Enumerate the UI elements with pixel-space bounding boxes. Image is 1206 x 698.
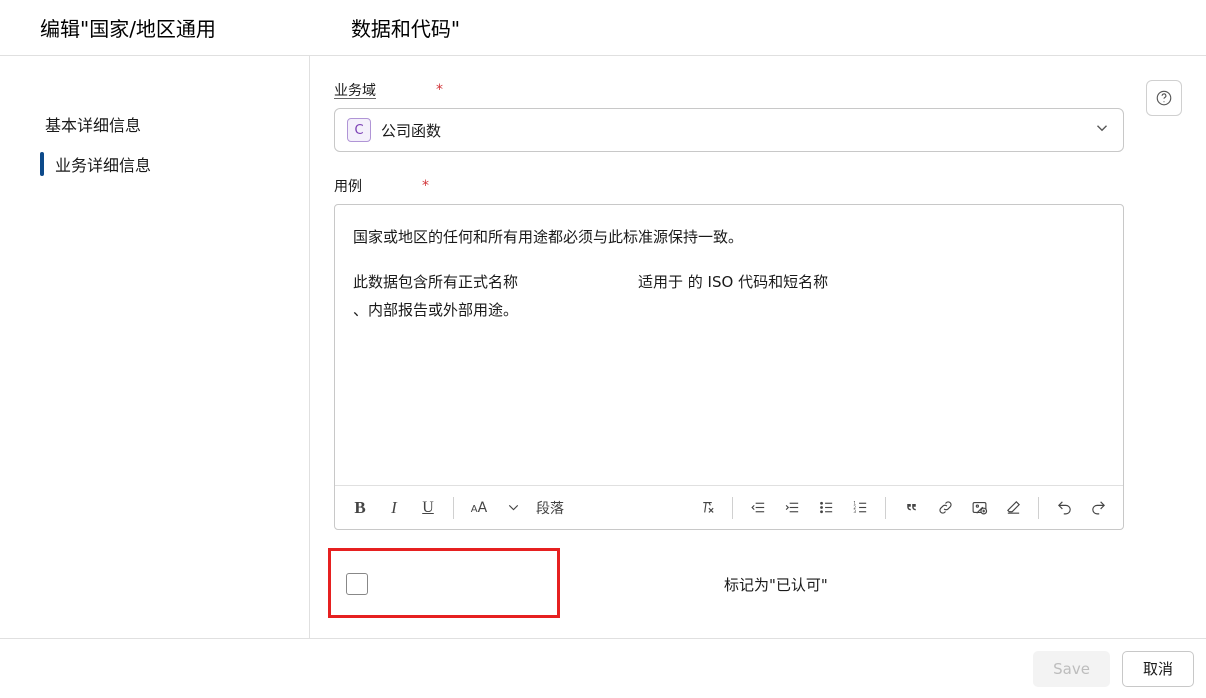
sidebar-item-business-details[interactable]: 业务详细信息	[0, 144, 309, 184]
label-text: 用例	[334, 176, 362, 196]
label-text: 业务域	[334, 80, 376, 100]
help-icon	[1155, 89, 1173, 107]
redo-button[interactable]	[1083, 493, 1113, 523]
field-business-domain: 业务域 * C 公司函数	[334, 80, 1124, 152]
page-title-suffix: 数据和代码"	[351, 13, 460, 42]
clear-format-button[interactable]	[692, 493, 722, 523]
editor-toolbar: B I U AA 段落 123	[335, 485, 1123, 529]
page-header: 编辑"国家/地区通用 数据和代码"	[0, 0, 1206, 56]
toolbar-separator	[453, 497, 454, 519]
required-indicator: *	[436, 82, 443, 98]
editor-content[interactable]: 国家或地区的任何和所有用途都必须与此标准源保持一致。 此数据包含所有正式名称 适…	[335, 205, 1123, 485]
dropdown-chip: C	[347, 118, 371, 142]
bullet-list-button[interactable]	[811, 493, 841, 523]
italic-button[interactable]: I	[379, 493, 409, 523]
main-content: 业务域 * C 公司函数 用例 *	[310, 56, 1206, 638]
endorsed-label: 标记为"已认可"	[724, 574, 828, 595]
footer: Save 取消	[0, 638, 1206, 698]
page-title-prefix: 编辑"国家/地区通用	[40, 13, 216, 42]
toolbar-separator	[732, 497, 733, 519]
required-indicator: *	[422, 178, 429, 194]
sidebar: 基本详细信息 业务详细信息	[0, 56, 310, 638]
endorsed-checkbox[interactable]	[346, 573, 368, 595]
font-size-button[interactable]: AA	[464, 493, 494, 523]
business-domain-dropdown[interactable]: C 公司函数	[334, 108, 1124, 152]
field-endorsed: 标记为"已认可"	[334, 554, 1124, 614]
editor-text: 适用于 的 ISO 代码和短名称	[638, 268, 828, 297]
rich-text-editor: 国家或地区的任何和所有用途都必须与此标准源保持一致。 此数据包含所有正式名称 适…	[334, 204, 1124, 530]
editor-paragraph: 国家或地区的任何和所有用途都必须与此标准源保持一致。	[353, 223, 1105, 252]
editor-text: 此数据包含所有正式名称	[353, 268, 518, 297]
field-use-case: 用例 * 国家或地区的任何和所有用途都必须与此标准源保持一致。 此数据包含所有正…	[334, 176, 1124, 530]
paragraph-style-button[interactable]: 段落	[532, 498, 568, 518]
underline-button[interactable]: U	[413, 493, 443, 523]
help-button[interactable]	[1146, 80, 1182, 116]
svg-text:3: 3	[853, 509, 856, 515]
chevron-down-icon	[1093, 119, 1111, 141]
outdent-button[interactable]	[743, 493, 773, 523]
quote-button[interactable]	[896, 493, 926, 523]
dropdown-value: 公司函数	[381, 120, 1093, 141]
eraser-button[interactable]	[998, 493, 1028, 523]
field-label: 业务域 *	[334, 80, 1124, 100]
undo-button[interactable]	[1049, 493, 1079, 523]
sidebar-item-label: 业务详细信息	[55, 152, 151, 176]
toolbar-separator	[885, 497, 886, 519]
toolbar-separator	[1038, 497, 1039, 519]
sidebar-item-basic-details[interactable]: 基本详细信息	[0, 104, 309, 144]
font-size-caret[interactable]	[498, 493, 528, 523]
editor-paragraph: 、内部报告或外部用途。	[353, 296, 1105, 325]
cancel-button[interactable]: 取消	[1122, 651, 1194, 687]
indent-button[interactable]	[777, 493, 807, 523]
bold-button[interactable]: B	[345, 493, 375, 523]
numbered-list-button[interactable]: 123	[845, 493, 875, 523]
save-button: Save	[1033, 651, 1110, 687]
image-button[interactable]	[964, 493, 994, 523]
editor-row: 此数据包含所有正式名称 适用于 的 ISO 代码和短名称	[353, 268, 1105, 297]
field-label: 用例 *	[334, 176, 1124, 196]
sidebar-item-label: 基本详细信息	[45, 112, 141, 136]
link-button[interactable]	[930, 493, 960, 523]
